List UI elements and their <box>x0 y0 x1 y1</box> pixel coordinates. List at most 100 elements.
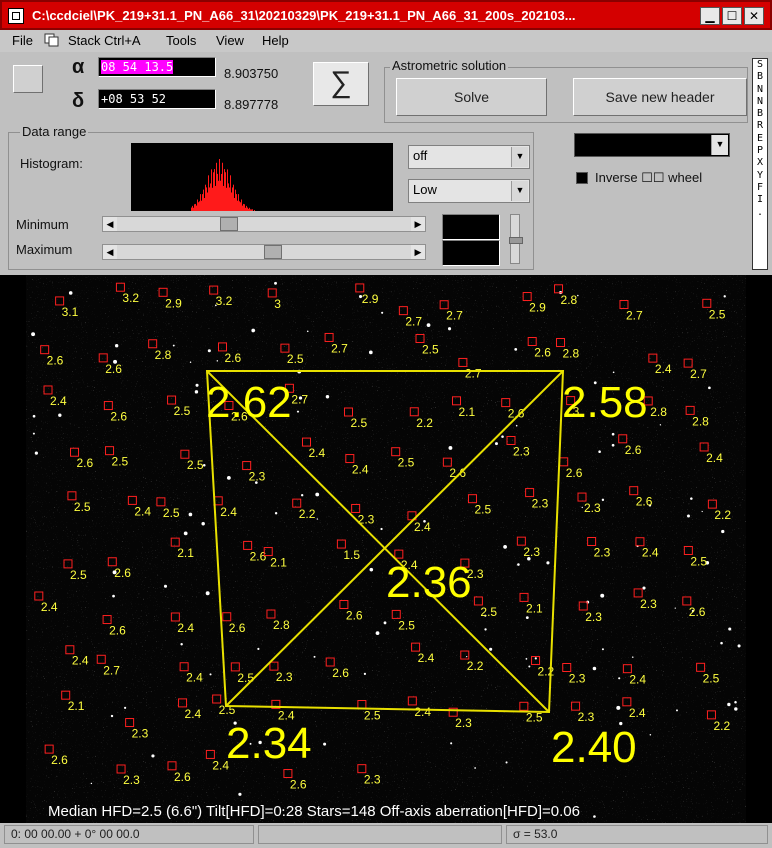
menu-file[interactable]: File <box>12 33 33 48</box>
star <box>369 567 374 572</box>
hfd-top-right: 2.58 <box>562 378 648 427</box>
delta-input[interactable]: +08 53 52 <box>98 89 216 109</box>
title-bar[interactable]: C:\ccdciel\PK_219+31.1_PN_A66_31\2021032… <box>0 0 772 30</box>
star <box>68 291 73 295</box>
solve-button[interactable]: Solve <box>396 78 547 116</box>
side-tool-0[interactable]: S <box>753 59 767 71</box>
menu-bar: File Stack Ctrl+A Tools View Help <box>0 30 772 52</box>
star <box>112 594 115 598</box>
chevron-right-icon[interactable]: ▶ <box>411 245 425 259</box>
star-hfd-label: 2.6 <box>229 621 246 635</box>
star-hfd-label: 2.6 <box>566 466 583 480</box>
star-hfd-label: 2.6 <box>332 666 349 680</box>
side-tool-7[interactable]: P <box>753 145 767 157</box>
star <box>489 647 493 651</box>
minimum-value-box[interactable] <box>442 214 500 240</box>
histogram-bar <box>216 162 217 211</box>
chevron-right-icon[interactable]: ▶ <box>411 217 425 231</box>
menu-tools[interactable]: Tools <box>166 33 196 48</box>
star-hfd-label: 2.5 <box>187 458 204 472</box>
histogram-bar <box>201 200 202 211</box>
histogram-bar <box>236 194 237 211</box>
star <box>316 518 318 520</box>
star-hfd-label: 2.6 <box>105 362 122 376</box>
image-viewer[interactable]: 3.1 3.2 2.9 3.2 3 2.9 2.7 2.7 2.9 2.8 2.7 2.5 2.6 2.6… <box>0 275 772 823</box>
level-select[interactable]: Low ▼ <box>408 179 530 203</box>
gamma-slider-thumb[interactable] <box>509 237 523 244</box>
maximum-value-box[interactable] <box>442 240 500 266</box>
histogram[interactable] <box>131 143 393 211</box>
close-button[interactable]: ✕ <box>744 7 764 25</box>
maximum-slider[interactable]: ◀ ▶ <box>102 244 426 260</box>
menu-stack[interactable]: Stack Ctrl+A <box>68 33 141 48</box>
minimum-slider-thumb[interactable] <box>219 217 238 231</box>
maximize-button[interactable]: ☐ <box>722 7 742 25</box>
side-tool-4[interactable]: B <box>753 108 767 120</box>
chevron-left-icon[interactable]: ◀ <box>103 217 117 231</box>
star-hfd-label: 2.2 <box>416 416 433 430</box>
star <box>296 410 300 413</box>
histogram-bar <box>250 209 251 211</box>
star-field-image[interactable]: 3.13.2 2.9 3.2 3 2.92.7 2.72.92.82.7 2.52.62.6… <box>0 275 772 823</box>
stack-icon[interactable] <box>44 33 60 47</box>
minimize-button[interactable]: ▁ <box>700 7 720 25</box>
chevron-left-icon[interactable]: ◀ <box>103 245 117 259</box>
star <box>207 349 211 353</box>
sum-button[interactable]: ∑ <box>313 62 369 106</box>
star-hfd-label: 2.5 <box>351 416 368 430</box>
maximum-slider-thumb[interactable] <box>264 245 283 259</box>
histogram-bar <box>227 169 228 211</box>
side-tool-8[interactable]: X <box>753 157 767 169</box>
histogram-bar <box>247 207 248 211</box>
star-hfd-label: 2.5 <box>174 404 191 418</box>
side-tool-9[interactable]: Y <box>753 170 767 182</box>
side-tool-3[interactable]: N <box>753 96 767 108</box>
data-range-label: Data range <box>20 124 89 139</box>
alpha-input[interactable]: 08 54 13.5 <box>98 57 216 77</box>
side-tool-12[interactable]: . <box>753 207 767 219</box>
histogram-bar <box>240 202 241 211</box>
histogram-bar <box>239 201 240 211</box>
star-hfd-label: 2.4 <box>414 705 431 719</box>
side-tool-5[interactable]: R <box>753 120 767 132</box>
histogram-label: Histogram: <box>20 156 83 171</box>
app-icon[interactable] <box>8 8 24 24</box>
star <box>616 705 621 710</box>
star <box>466 656 468 658</box>
star <box>525 616 529 620</box>
histogram-bar <box>192 205 193 211</box>
status-bar: 0: 00 00.00 + 0° 00 00.0 σ = 53.0 <box>0 823 772 848</box>
star-hfd-label: 2.3 <box>585 610 602 624</box>
star-hfd-label: 2.4 <box>41 600 58 614</box>
star <box>528 665 531 668</box>
side-tool-6[interactable]: E <box>753 133 767 145</box>
side-tool-11[interactable]: I <box>753 194 767 206</box>
star <box>180 643 183 646</box>
histogram-bar <box>193 207 194 211</box>
color-select[interactable]: ▼ <box>574 133 730 157</box>
histogram-bar <box>220 180 221 211</box>
stretch-select[interactable]: off ▼ <box>408 145 530 169</box>
star-hfd-label: 2.4 <box>185 707 202 721</box>
menu-view[interactable]: View <box>216 33 244 48</box>
minimum-slider[interactable]: ◀ ▶ <box>102 216 426 232</box>
side-tool-1[interactable]: B <box>753 71 767 83</box>
star-hfd-label: 3.2 <box>216 294 233 308</box>
histogram-bar <box>230 175 231 211</box>
side-tool-2[interactable]: N <box>753 84 767 96</box>
star <box>90 782 93 785</box>
gamma-slider[interactable] <box>509 214 523 264</box>
save-header-button[interactable]: Save new header <box>573 78 747 116</box>
star-hfd-label: 2.9 <box>529 301 546 315</box>
maximize-icon: ☐ <box>726 9 738 23</box>
histogram-bar <box>218 180 219 211</box>
star <box>674 607 676 609</box>
side-tool-10[interactable]: F <box>753 182 767 194</box>
menu-help[interactable]: Help <box>262 33 289 48</box>
histogram-bar <box>248 208 249 211</box>
star <box>238 792 242 796</box>
color-preview-button[interactable] <box>13 65 43 93</box>
histogram-bar <box>246 205 247 211</box>
star-hfd-label: 2.1 <box>68 699 85 713</box>
inverse-wheel-checkbox[interactable] <box>576 172 588 184</box>
